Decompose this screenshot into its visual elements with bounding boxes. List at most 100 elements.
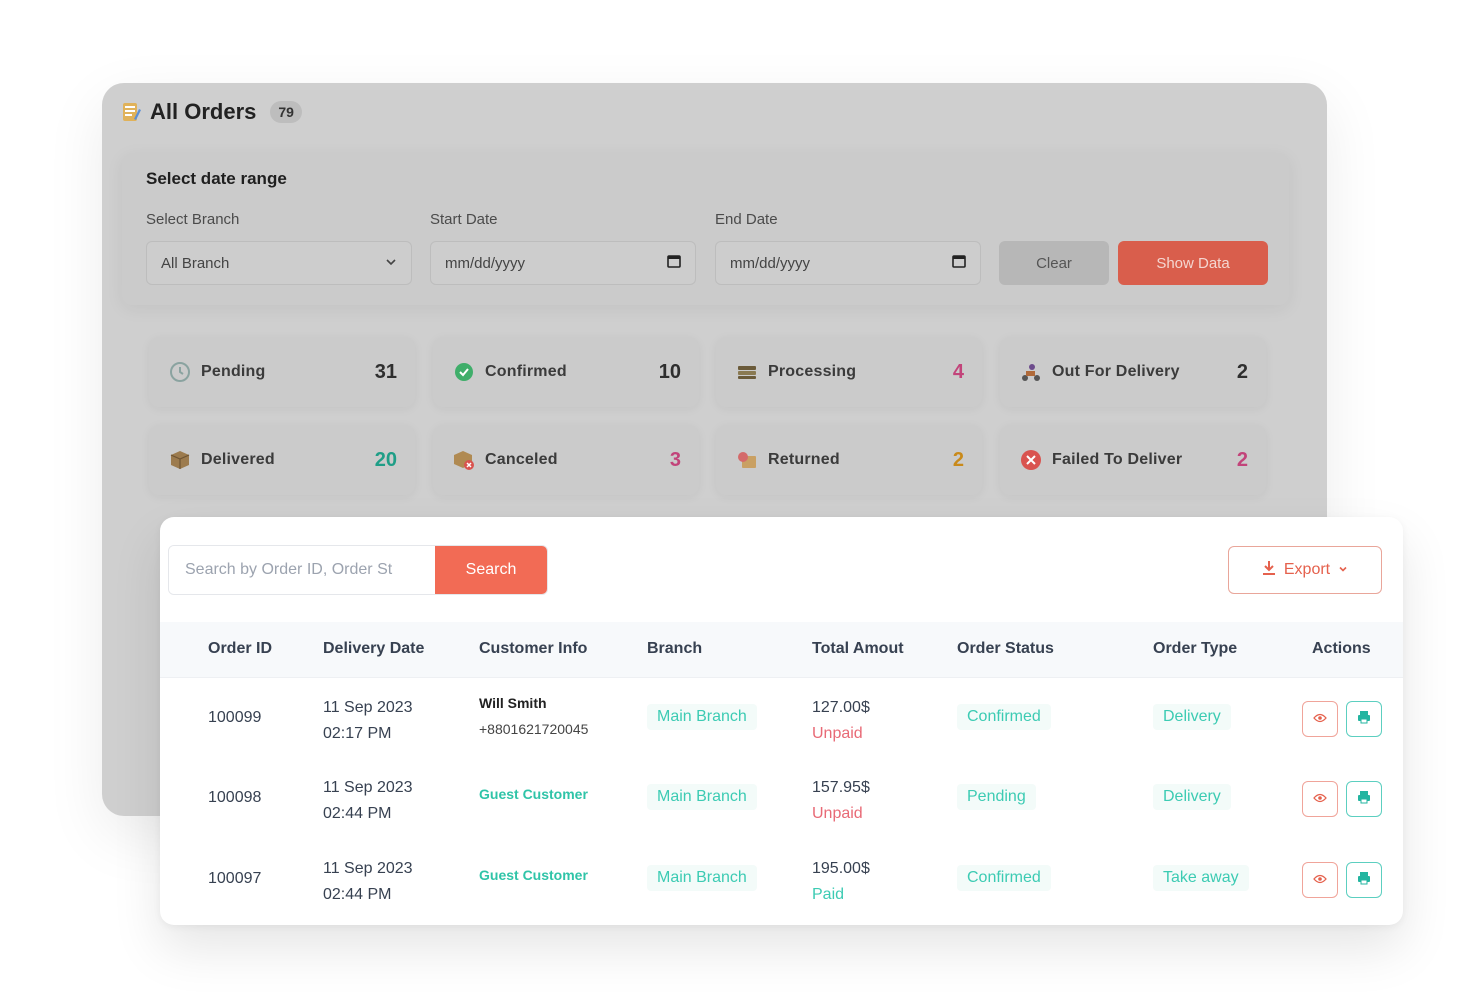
- table-row[interactable]: 100099 11 Sep 2023 02:17 PM Will Smith +…: [160, 678, 1403, 758]
- customer-info: Will Smith +8801621720045: [479, 695, 588, 737]
- filter-heading: Select date range: [146, 169, 287, 188]
- table-row[interactable]: 100098 11 Sep 2023 02:44 PM Guest Custom…: [160, 758, 1403, 838]
- stat-processing[interactable]: Processing 4: [716, 337, 982, 407]
- end-date-label: End Date: [715, 211, 778, 228]
- guest-customer: Guest Customer: [479, 867, 588, 883]
- stat-value: 3: [669, 448, 681, 471]
- stat-value: 31: [374, 360, 397, 383]
- branch-label: Select Branch: [146, 211, 240, 228]
- search-input[interactable]: [169, 546, 435, 594]
- stat-failed-to-deliver[interactable]: Failed To Deliver 2: [1000, 425, 1266, 495]
- printer-icon: [1357, 710, 1371, 729]
- stat-canceled[interactable]: Canceled 3: [433, 425, 699, 495]
- chevron-down-icon: [1338, 561, 1348, 579]
- end-date-input[interactable]: mm/dd/yyyy: [715, 241, 981, 285]
- stat-label: Pending: [201, 363, 266, 380]
- time-value: 02:44 PM: [323, 805, 392, 822]
- chevron-down-icon: [385, 255, 397, 272]
- calendar-icon[interactable]: [952, 254, 966, 272]
- table-header: Order ID Delivery Date Customer Info Bra…: [160, 622, 1403, 678]
- column-header[interactable]: Total Amout: [812, 640, 904, 658]
- clock-icon: [169, 361, 191, 383]
- stat-value: 2: [1236, 360, 1248, 383]
- stat-label: Confirmed: [485, 363, 567, 380]
- column-header[interactable]: Branch: [647, 640, 702, 658]
- time-value: 02:44 PM: [323, 886, 392, 903]
- order-id: 100099: [208, 709, 262, 726]
- amount-value: 127.00$: [812, 699, 870, 716]
- payment-status: Unpaid: [812, 805, 863, 822]
- stat-label: Out For Delivery: [1052, 363, 1180, 380]
- order-type-badge: Delivery: [1153, 704, 1231, 730]
- start-date-input[interactable]: mm/dd/yyyy: [430, 241, 696, 285]
- column-header[interactable]: Order Status: [957, 640, 1054, 658]
- page-title: All Orders: [150, 99, 257, 124]
- delivery-date: 11 Sep 2023 02:17 PM: [323, 695, 413, 747]
- stat-returned[interactable]: Returned 2: [716, 425, 982, 495]
- delivery-date: 11 Sep 2023 02:44 PM: [323, 775, 413, 827]
- print-button[interactable]: [1346, 701, 1382, 737]
- amount-value: 157.95$: [812, 779, 870, 796]
- stat-value: 2: [1236, 448, 1248, 471]
- clear-button[interactable]: Clear: [999, 241, 1109, 285]
- total-amount: 195.00$ Paid: [812, 856, 870, 908]
- stat-label: Delivered: [201, 451, 275, 468]
- view-button[interactable]: [1302, 862, 1338, 898]
- customer-phone: +8801621720045: [479, 721, 589, 737]
- printer-icon: [1357, 790, 1371, 809]
- eye-icon: [1313, 871, 1327, 889]
- column-header[interactable]: Customer Info: [479, 640, 587, 658]
- view-button[interactable]: [1302, 701, 1338, 737]
- payment-status: Paid: [812, 886, 845, 903]
- order-status-badge: Pending: [957, 784, 1036, 810]
- column-header[interactable]: Order Type: [1153, 640, 1237, 658]
- start-date-placeholder: mm/dd/yyyy: [445, 254, 526, 272]
- order-type-badge: Take away: [1153, 865, 1249, 891]
- date-value: 11 Sep 2023: [323, 860, 413, 877]
- search-bar: Search: [168, 545, 548, 595]
- eye-icon: [1313, 710, 1327, 728]
- x-circle-icon: [1020, 449, 1042, 471]
- notepad-icon: [120, 101, 142, 123]
- print-button[interactable]: [1346, 862, 1382, 898]
- search-button[interactable]: Search: [435, 546, 547, 594]
- table-row[interactable]: 100097 11 Sep 2023 02:44 PM Guest Custom…: [160, 839, 1403, 919]
- guest-customer: Guest Customer: [479, 786, 588, 802]
- eye-icon: [1313, 790, 1327, 808]
- check-circle-icon: [453, 361, 475, 383]
- column-header[interactable]: Delivery Date: [323, 640, 424, 658]
- stat-label: Returned: [768, 451, 840, 468]
- customer-name: Will Smith: [479, 695, 547, 711]
- customer-info: Guest Customer: [479, 786, 588, 802]
- delivery-date: 11 Sep 2023 02:44 PM: [323, 856, 413, 908]
- stat-value: 4: [952, 360, 964, 383]
- stat-label: Processing: [768, 363, 857, 380]
- stat-value: 2: [952, 448, 964, 471]
- printer-icon: [1357, 871, 1371, 890]
- orders-count-badge: 79: [270, 101, 302, 123]
- stat-pending[interactable]: Pending 31: [149, 337, 415, 407]
- stat-delivered[interactable]: Delivered 20: [149, 425, 415, 495]
- delivery-bike-icon: [1020, 361, 1042, 383]
- box-icon: [169, 449, 191, 471]
- branch-badge: Main Branch: [647, 865, 757, 891]
- calendar-icon[interactable]: [667, 254, 681, 272]
- time-value: 02:17 PM: [323, 725, 392, 742]
- end-date-placeholder: mm/dd/yyyy: [730, 254, 811, 272]
- box-cancel-icon: [453, 449, 475, 471]
- show-data-button[interactable]: Show Data: [1118, 241, 1268, 285]
- stat-out-for-delivery[interactable]: Out For Delivery 2: [1000, 337, 1266, 407]
- download-icon: [1262, 560, 1276, 581]
- stat-value: 20: [374, 448, 397, 471]
- order-id: 100097: [208, 870, 262, 887]
- print-button[interactable]: [1346, 781, 1382, 817]
- stat-confirmed[interactable]: Confirmed 10: [433, 337, 699, 407]
- order-type-badge: Delivery: [1153, 784, 1231, 810]
- column-header[interactable]: Order ID: [208, 640, 272, 658]
- branch-select[interactable]: All Branch: [146, 241, 412, 285]
- order-status-badge: Confirmed: [957, 865, 1051, 891]
- stack-icon: [736, 361, 758, 383]
- view-button[interactable]: [1302, 781, 1338, 817]
- branch-badge: Main Branch: [647, 704, 757, 730]
- export-button[interactable]: Export: [1228, 546, 1382, 594]
